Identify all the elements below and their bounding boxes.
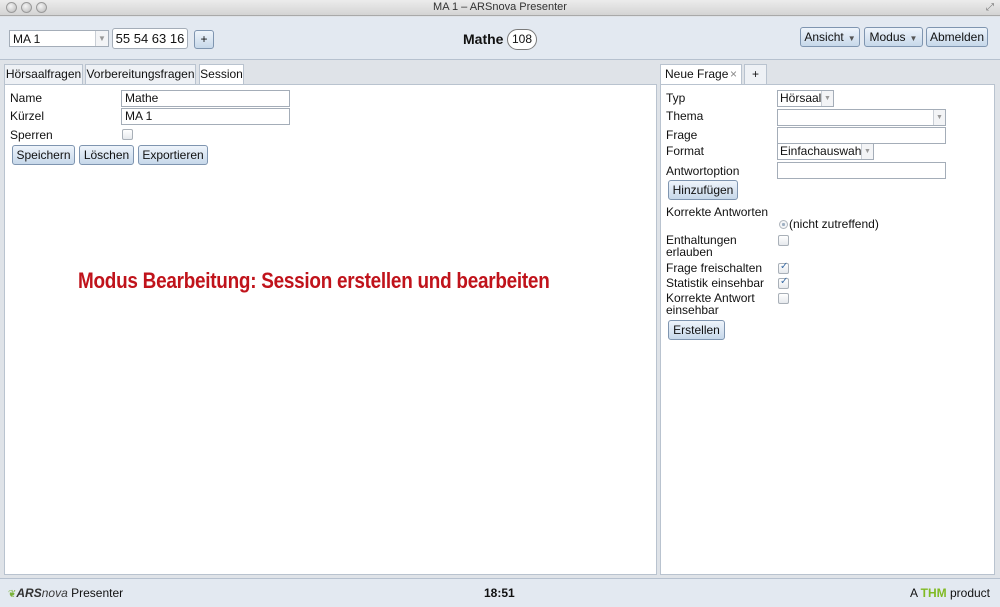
format-select-value: Einfachauswahl xyxy=(780,144,865,158)
chevron-down-icon[interactable]: ▼ xyxy=(95,31,108,46)
brand-nova: nova xyxy=(41,586,68,600)
release-label: Frage freischalten xyxy=(666,261,763,275)
tab-new-question[interactable]: Neue Frage × xyxy=(660,64,742,85)
tab-preparation-questions[interactable]: Vorbereitungsfragen xyxy=(85,64,196,84)
create-question-button[interactable]: Erstellen xyxy=(668,320,725,340)
session-title: Mathe xyxy=(463,31,504,47)
correct-answers-label: Korrekte Antworten xyxy=(666,205,769,219)
save-button[interactable]: Speichern xyxy=(12,145,75,165)
session-key-field[interactable]: 55 54 63 16 xyxy=(112,28,188,49)
name-field[interactable]: Mathe xyxy=(121,90,290,107)
caret-down-icon: ▼ xyxy=(909,34,918,43)
lock-checkbox[interactable] xyxy=(122,129,133,140)
question-label: Frage xyxy=(666,128,698,142)
export-button[interactable]: Exportieren xyxy=(138,145,208,165)
thm-credit: A THM product xyxy=(910,586,990,600)
add-answer-button[interactable]: Hinzufügen xyxy=(668,180,738,200)
session-panel: Name Mathe Kürzel MA 1 Sperren Speichern… xyxy=(4,84,657,575)
tab-lecture-questions[interactable]: Hörsaalfragen xyxy=(4,64,83,84)
mode-menu-button[interactable]: Modus ▼ xyxy=(864,27,923,47)
stats-checkbox[interactable] xyxy=(778,276,789,289)
correct-answer-radio[interactable] xyxy=(779,220,788,229)
format-select[interactable]: Einfachauswahl ▼ xyxy=(777,143,874,160)
chevron-down-icon[interactable]: ▼ xyxy=(933,110,945,125)
add-tab-button[interactable]: + xyxy=(744,64,767,84)
type-select[interactable]: Hörsaal ▼ xyxy=(777,90,834,107)
new-question-panel: Typ Hörsaal ▼ Thema ▼ Frage Format Einfa… xyxy=(660,84,995,575)
delete-button[interactable]: Löschen xyxy=(79,145,134,165)
mode-caption: Modus Bearbeitung: Session erstellen und… xyxy=(78,268,550,293)
status-bar: ❦ARSnova Presenter 18:51 A THM product xyxy=(0,578,1000,607)
tab-new-question-label: Neue Frage xyxy=(665,67,729,81)
question-field[interactable] xyxy=(777,127,946,144)
topic-label: Thema xyxy=(666,109,704,123)
chevron-down-icon[interactable]: ▼ xyxy=(861,144,873,159)
name-label: Name xyxy=(10,91,43,105)
tab-session[interactable]: Session xyxy=(199,64,244,85)
correct-answers-none: (nicht zutreffend) xyxy=(789,217,879,231)
mode-menu-label: Modus xyxy=(869,30,906,44)
answer-option-field[interactable] xyxy=(777,162,946,179)
type-select-value: Hörsaal xyxy=(780,91,822,105)
correct-visible-label-2: einsehbar xyxy=(666,303,719,317)
logout-button[interactable]: Abmelden xyxy=(926,27,988,47)
caret-down-icon: ▼ xyxy=(847,34,856,43)
fullscreen-icon[interactable]: ⤢ xyxy=(986,2,994,13)
stats-label: Statistik einsehbar xyxy=(666,276,765,290)
short-name-label: Kürzel xyxy=(10,109,45,123)
topic-select[interactable]: ▼ xyxy=(777,109,946,126)
online-users-badge: 108 xyxy=(507,29,537,50)
view-menu-label: Ansicht xyxy=(804,30,844,44)
chevron-down-icon[interactable]: ▼ xyxy=(821,91,833,106)
format-label: Format xyxy=(666,144,705,158)
thm-name: THM xyxy=(920,586,947,600)
release-checkbox[interactable] xyxy=(778,261,789,274)
correct-visible-checkbox[interactable] xyxy=(778,293,789,304)
abstain-checkbox[interactable] xyxy=(778,235,789,246)
clock: 18:51 xyxy=(484,586,515,600)
lock-label: Sperren xyxy=(10,128,53,142)
abstain-label-2: erlauben xyxy=(666,245,713,259)
add-session-button[interactable]: + xyxy=(194,30,214,49)
session-select-value: MA 1 xyxy=(13,32,41,46)
brand-ars: ARS xyxy=(16,586,42,600)
session-select[interactable]: MA 1 ▼ xyxy=(9,30,109,47)
answer-option-label: Antwortoption xyxy=(666,164,740,178)
thm-prefix: A xyxy=(909,586,918,600)
type-label: Typ xyxy=(666,91,686,105)
thm-suffix: product xyxy=(949,586,990,600)
view-menu-button[interactable]: Ansicht ▼ xyxy=(800,27,860,47)
top-toolbar: MA 1 ▼ 55 54 63 16 + Mathe 108 Ansicht ▼ … xyxy=(0,17,1000,60)
brand-presenter: Presenter xyxy=(71,586,124,600)
close-tab-icon[interactable]: × xyxy=(730,65,737,83)
window-titlebar: MA 1 – ARSnova Presenter ⤢ xyxy=(0,0,1000,16)
window-title: MA 1 – ARSnova Presenter xyxy=(433,1,567,13)
short-name-field[interactable]: MA 1 xyxy=(121,108,290,125)
app-logo: ❦ARSnova Presenter xyxy=(8,586,123,600)
